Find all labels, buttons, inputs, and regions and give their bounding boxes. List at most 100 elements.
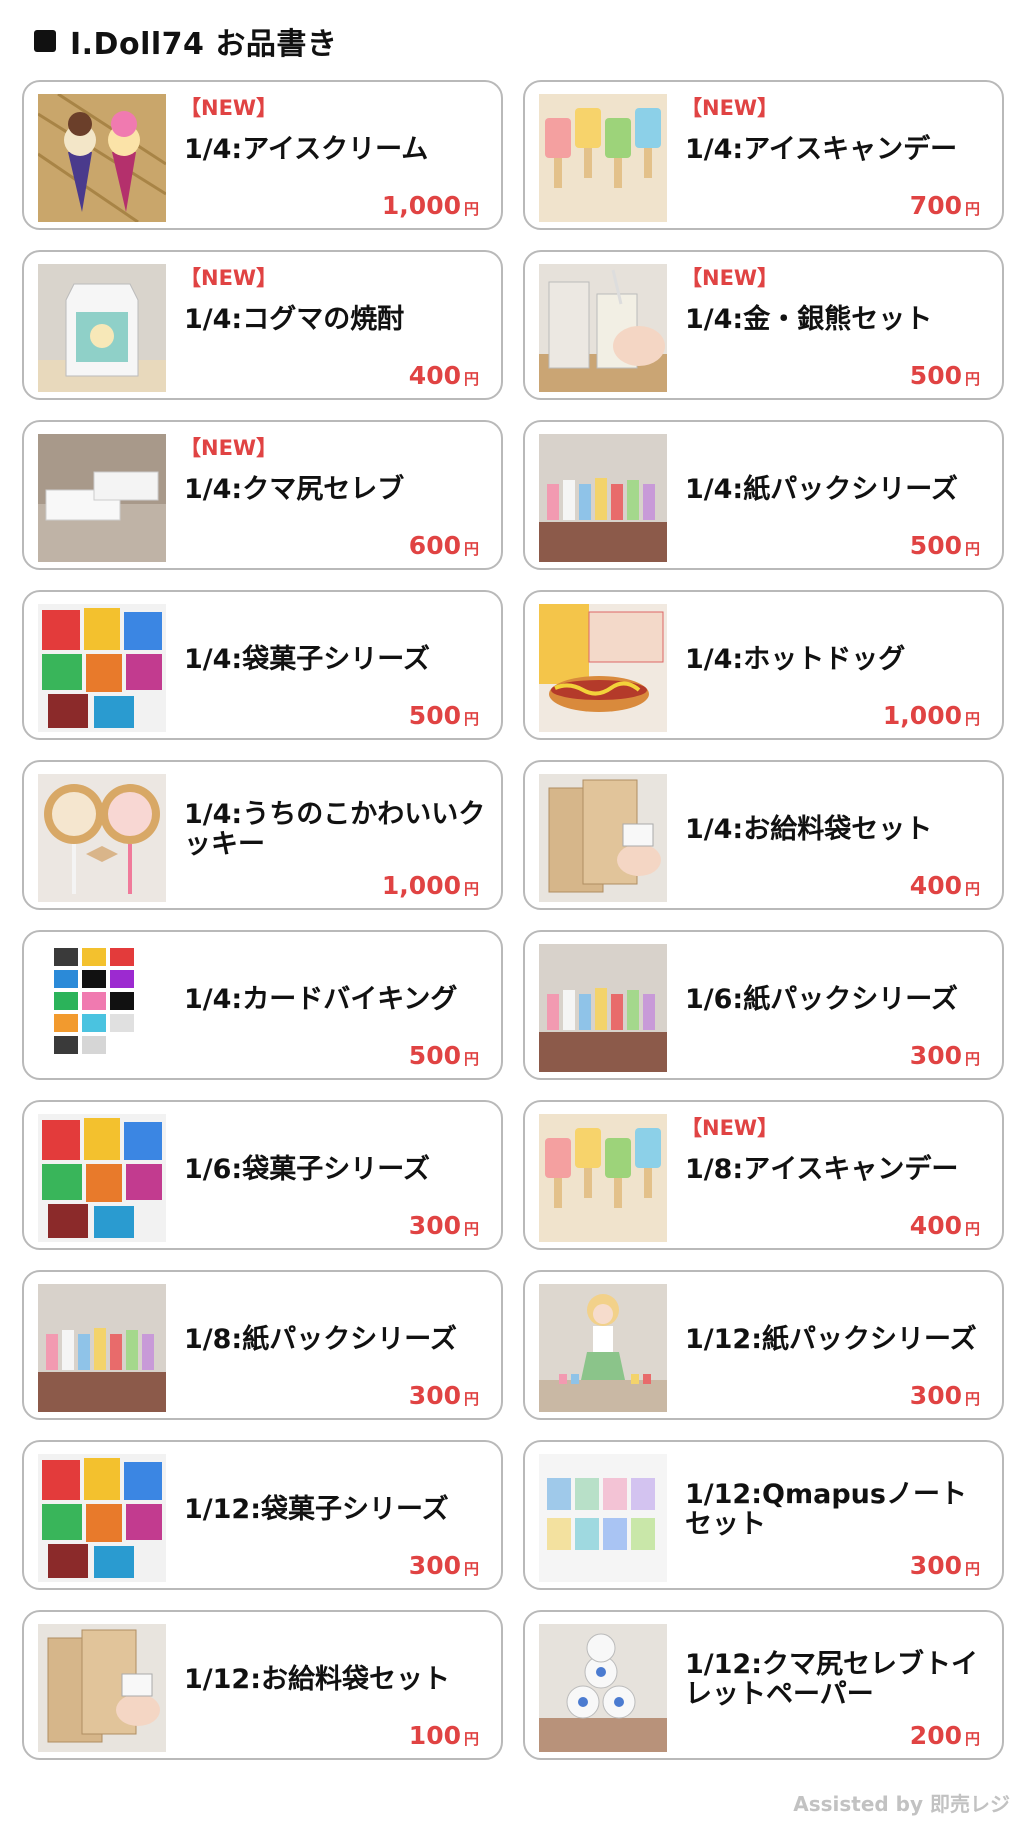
product-name: 1/6:紙パックシリーズ <box>685 984 958 1015</box>
product-name: 1/8:アイスキャンデー <box>685 1154 959 1185</box>
product-name: 1/4:アイスクリーム <box>184 134 429 165</box>
product-image <box>38 774 166 902</box>
product-card[interactable]: 1/12:紙パックシリーズ 300 円 <box>523 1270 1004 1420</box>
price-currency: 円 <box>463 370 479 388</box>
product-name: 1/4:紙パックシリーズ <box>685 474 958 505</box>
product-card[interactable]: 【NEW】 1/4:金・銀熊セット 500 円 <box>523 250 1004 400</box>
price-amount: 1,000 <box>381 871 461 900</box>
cookie-lollipops-image <box>38 774 166 902</box>
product-card[interactable]: 1/4:袋菓子シリーズ 500 円 <box>22 590 503 740</box>
product-price: 300 円 <box>409 1211 479 1240</box>
product-card[interactable]: 1/6:袋菓子シリーズ 300 円 <box>22 1100 503 1250</box>
product-image <box>38 944 166 1072</box>
price-currency: 円 <box>964 1050 980 1068</box>
product-image <box>38 604 166 732</box>
product-price: 200 円 <box>910 1721 980 1750</box>
price-currency: 円 <box>463 200 479 218</box>
product-card[interactable]: 【NEW】 1/4:アイスキャンデー 700 円 <box>523 80 1004 230</box>
price-amount: 700 <box>909 191 962 220</box>
product-card[interactable]: 1/4:カードバイキング 500 円 <box>22 930 503 1080</box>
price-amount: 300 <box>909 1551 962 1580</box>
product-card[interactable]: 1/12:お給料袋セット 100 円 <box>22 1610 503 1760</box>
product-card[interactable]: 【NEW】 1/8:アイスキャンデー 400 円 <box>523 1100 1004 1250</box>
product-card[interactable]: 1/6:紙パックシリーズ 300 円 <box>523 930 1004 1080</box>
product-card[interactable]: 【NEW】 1/4:クマ尻セレブ 600 円 <box>22 420 503 570</box>
product-name: 1/12:お給料袋セット <box>184 1664 451 1695</box>
price-amount: 1,000 <box>381 191 461 220</box>
square-bullet-icon <box>34 30 56 52</box>
price-currency: 円 <box>964 710 980 728</box>
product-image <box>539 1624 667 1752</box>
ice-cream-cones-image <box>38 94 166 222</box>
product-image <box>38 264 166 392</box>
price-currency: 円 <box>964 200 980 218</box>
notebooks-image <box>539 1454 667 1582</box>
product-image <box>539 1454 667 1582</box>
tissue-boxes-image <box>38 434 166 562</box>
product-price: 300 円 <box>409 1551 479 1580</box>
price-currency: 円 <box>964 1220 980 1238</box>
paper-pack-drinks-image <box>539 434 667 562</box>
product-price: 400 円 <box>910 1211 980 1240</box>
product-name: 1/12:紙パックシリーズ <box>685 1324 977 1355</box>
ice-candy-bars-image <box>539 1114 667 1242</box>
bagged-snacks-image <box>38 1454 166 1582</box>
price-amount: 300 <box>909 1041 962 1070</box>
product-image <box>539 264 667 392</box>
price-currency: 円 <box>463 880 479 898</box>
product-grid: 【NEW】 1/4:アイスクリーム 1,000 円 【NEW】 1/4:アイスキャンデー… <box>22 80 1004 1760</box>
product-name: 1/12:Qmapusノートセット <box>685 1479 967 1540</box>
product-price: 300 円 <box>910 1041 980 1070</box>
page-title: I.Doll74 お品書き <box>70 27 338 62</box>
cards-image <box>38 944 166 1072</box>
paper-pack-drinks-image <box>38 1284 166 1412</box>
product-card[interactable]: 1/4:お給料袋セット 400 円 <box>523 760 1004 910</box>
product-card[interactable]: 1/4:うちのこかわいいクッキー 1,000 円 <box>22 760 503 910</box>
product-card[interactable]: 1/12:クマ尻セレブトイレットペーパー 200 円 <box>523 1610 1004 1760</box>
product-image <box>38 434 166 562</box>
price-amount: 300 <box>408 1551 461 1580</box>
product-name: 1/4:金・銀熊セット <box>685 304 933 335</box>
price-currency: 円 <box>463 1220 479 1238</box>
price-currency: 円 <box>964 1730 980 1748</box>
product-image <box>38 1114 166 1242</box>
product-name: 1/4:クマ尻セレブ <box>184 474 405 505</box>
page-header: I.Doll74 お品書き <box>34 18 337 64</box>
price-currency: 円 <box>463 710 479 728</box>
product-name: 1/4:アイスキャンデー <box>685 134 958 165</box>
product-price: 300 円 <box>409 1381 479 1410</box>
price-amount: 500 <box>909 531 962 560</box>
product-price: 1,000 円 <box>382 871 479 900</box>
price-currency: 円 <box>463 1730 479 1748</box>
product-card[interactable]: 1/4:ホットドッグ 1,000 円 <box>523 590 1004 740</box>
price-currency: 円 <box>463 540 479 558</box>
price-amount: 300 <box>909 1381 962 1410</box>
product-image <box>539 94 667 222</box>
product-name: 1/4:ホットドッグ <box>685 644 906 675</box>
product-card[interactable]: 1/12:Qmapusノートセット 300 円 <box>523 1440 1004 1590</box>
price-amount: 400 <box>909 871 962 900</box>
product-name: 1/4:カードバイキング <box>184 984 458 1015</box>
price-amount: 500 <box>408 701 461 730</box>
product-price: 600 円 <box>409 531 479 560</box>
product-name: 1/4:うちのこかわいいクッキー <box>184 799 486 860</box>
ice-candy-bars-image <box>539 94 667 222</box>
product-price: 400 円 <box>409 361 479 390</box>
product-card[interactable]: 【NEW】 1/4:コグマの焼酎 400 円 <box>22 250 503 400</box>
product-card[interactable]: 1/4:紙パックシリーズ 500 円 <box>523 420 1004 570</box>
product-price: 1,000 円 <box>382 191 479 220</box>
price-currency: 円 <box>964 1390 980 1408</box>
gold-silver-bear-set-image <box>539 264 667 392</box>
product-name: 1/4:コグマの焼酎 <box>184 304 405 335</box>
product-card[interactable]: 1/8:紙パックシリーズ 300 円 <box>22 1270 503 1420</box>
product-image <box>38 94 166 222</box>
product-image <box>539 944 667 1072</box>
price-currency: 円 <box>964 540 980 558</box>
toilet-paper-image <box>539 1624 667 1752</box>
product-name: 1/6:袋菓子シリーズ <box>184 1154 430 1185</box>
product-name: 1/4:袋菓子シリーズ <box>184 644 430 675</box>
product-price: 1,000 円 <box>883 701 980 730</box>
product-card[interactable]: 1/12:袋菓子シリーズ 300 円 <box>22 1440 503 1590</box>
product-card[interactable]: 【NEW】 1/4:アイスクリーム 1,000 円 <box>22 80 503 230</box>
bagged-snacks-image <box>38 1114 166 1242</box>
